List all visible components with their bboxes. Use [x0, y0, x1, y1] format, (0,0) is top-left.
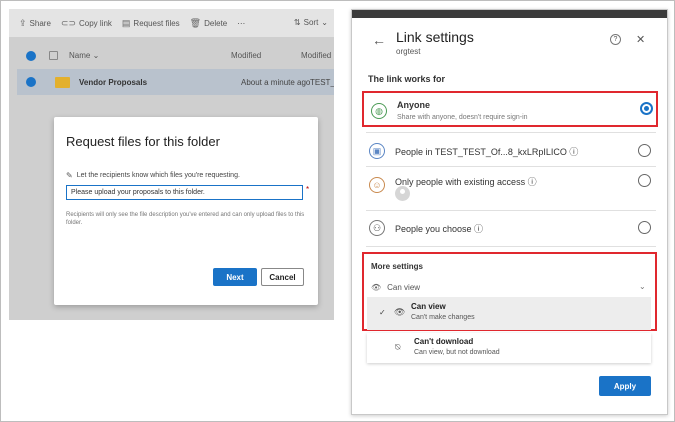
recipients-note: Recipients will only see the file descri… [66, 212, 305, 226]
eye-icon: 👁 [371, 283, 382, 292]
panel-title: Link settings [396, 29, 474, 45]
share-icon: ⇪ [19, 17, 27, 28]
edit-icon: ✎ [66, 171, 73, 180]
option-label: People in TEST_TEST_Of...8_kxLRpILICO ⓘ [395, 147, 579, 157]
file-description-input[interactable]: Please upload your proposals to this fol… [66, 185, 303, 200]
link-icon: ⊂⊃ [60, 17, 76, 28]
next-button[interactable]: Next [213, 268, 257, 286]
option-people-in-org[interactable]: ▣ People in TEST_TEST_Of...8_kxLRpILICO … [362, 133, 658, 169]
more-button[interactable]: ⋯ [237, 19, 245, 28]
screenshot-frame: ⇪ Share ⊂⊃ Copy link ▤ Request files 🗑 D… [0, 0, 675, 422]
radio-people-you-choose[interactable] [638, 221, 651, 234]
option-people-you-choose[interactable]: ⚇ People you choose ⓘ [362, 210, 658, 246]
no-download-icon: ⍉ [395, 342, 401, 352]
avatar [395, 186, 410, 201]
link-settings-panel: ← Link settings orgtest ? ✕ The link wor… [351, 9, 668, 415]
building-icon: ▣ [369, 143, 385, 159]
panel-subtitle: orgtest [396, 47, 421, 56]
option-label: Only people with existing access ⓘ [395, 177, 537, 187]
request-files-dialog: Request files for this folder ✎ Let the … [54, 117, 318, 305]
radio-people-in-org[interactable] [638, 144, 651, 157]
checkmark-icon: ✓ [379, 308, 386, 317]
request-files-icon: ▤ [121, 17, 131, 28]
dialog-title: Request files for this folder [66, 134, 220, 149]
modified-column-header[interactable]: Modified [231, 51, 261, 60]
folder-icon [55, 77, 70, 88]
apply-button[interactable]: Apply [599, 376, 651, 396]
request-files-button[interactable]: ▤ Request files [122, 18, 180, 29]
file-list-panel: ⇪ Share ⊂⊃ Copy link ▤ Request files 🗑 D… [9, 9, 334, 320]
name-column-header[interactable]: Name ⌄ [69, 51, 99, 60]
radio-existing-access[interactable] [638, 174, 651, 187]
table-row[interactable]: Vendor Proposals About a minute ago TEST… [17, 69, 334, 95]
command-bar: ⇪ Share ⊂⊃ Copy link ▤ Request files 🗑 D… [9, 9, 334, 37]
option-label: People you choose ⓘ [395, 224, 484, 234]
dropdown-item-label: Can't download [414, 337, 474, 346]
chevron-down-icon[interactable]: ⌄ [639, 282, 646, 291]
dropdown-item-can-view[interactable]: ✓ 👁 Can view Can't make changes [367, 297, 651, 330]
help-icon[interactable]: ? [610, 34, 621, 45]
cancel-button[interactable]: Cancel [261, 268, 304, 286]
dropdown-item-description: Can view, but not download [414, 349, 500, 356]
divider [366, 246, 656, 247]
list-header: Name ⌄ Modified Modified [9, 47, 334, 65]
dropdown-item-cant-download[interactable]: ⍉ Can't download Can view, but not downl… [367, 333, 651, 363]
modified-time: About a minute ago [241, 78, 311, 87]
trash-icon: 🗑 [189, 17, 202, 28]
eye-icon: 👁 [394, 307, 406, 317]
instruction-label: ✎ Let the recipients know which files yo… [66, 171, 240, 180]
top-bar [352, 10, 667, 18]
sort-button[interactable]: ⇅ Sort ⌄ [294, 18, 328, 27]
row-checkbox[interactable] [26, 77, 36, 87]
required-marker: * [306, 185, 310, 194]
modified-by-column-header[interactable]: Modified [301, 51, 331, 60]
sort-icon: ⇅ [293, 18, 301, 27]
copy-link-button[interactable]: ⊂⊃ Copy link [61, 18, 112, 29]
option-anyone[interactable]: ◍ Anyone Share with anyone, doesn't requ… [362, 91, 658, 127]
delete-button[interactable]: 🗑 Delete [190, 18, 228, 29]
file-name[interactable]: Vendor Proposals [79, 78, 147, 87]
close-icon[interactable]: ✕ [636, 33, 645, 46]
works-for-label: The link works for [368, 74, 446, 84]
people-icon: ⚇ [369, 220, 385, 236]
option-label: Anyone [397, 100, 431, 110]
dropdown-item-description: Can't make changes [411, 314, 475, 321]
back-arrow-icon[interactable]: ← [372, 32, 386, 48]
person-icon: ☺ [369, 177, 385, 193]
file-type-icon [49, 51, 58, 60]
modified-by: TEST_TEST_ [310, 78, 334, 87]
chevron-down-icon: ⌄ [321, 18, 328, 27]
dropdown-item-label: Can view [411, 302, 446, 311]
option-description: Share with anyone, doesn't require sign-… [397, 114, 528, 121]
radio-anyone[interactable] [640, 102, 653, 115]
share-button[interactable]: ⇪ Share [19, 18, 51, 29]
select-all-checkbox[interactable] [26, 51, 36, 61]
globe-icon: ◍ [371, 103, 387, 119]
permission-dropdown[interactable]: 👁 Can view [371, 283, 420, 292]
more-settings-label: More settings [371, 262, 424, 271]
